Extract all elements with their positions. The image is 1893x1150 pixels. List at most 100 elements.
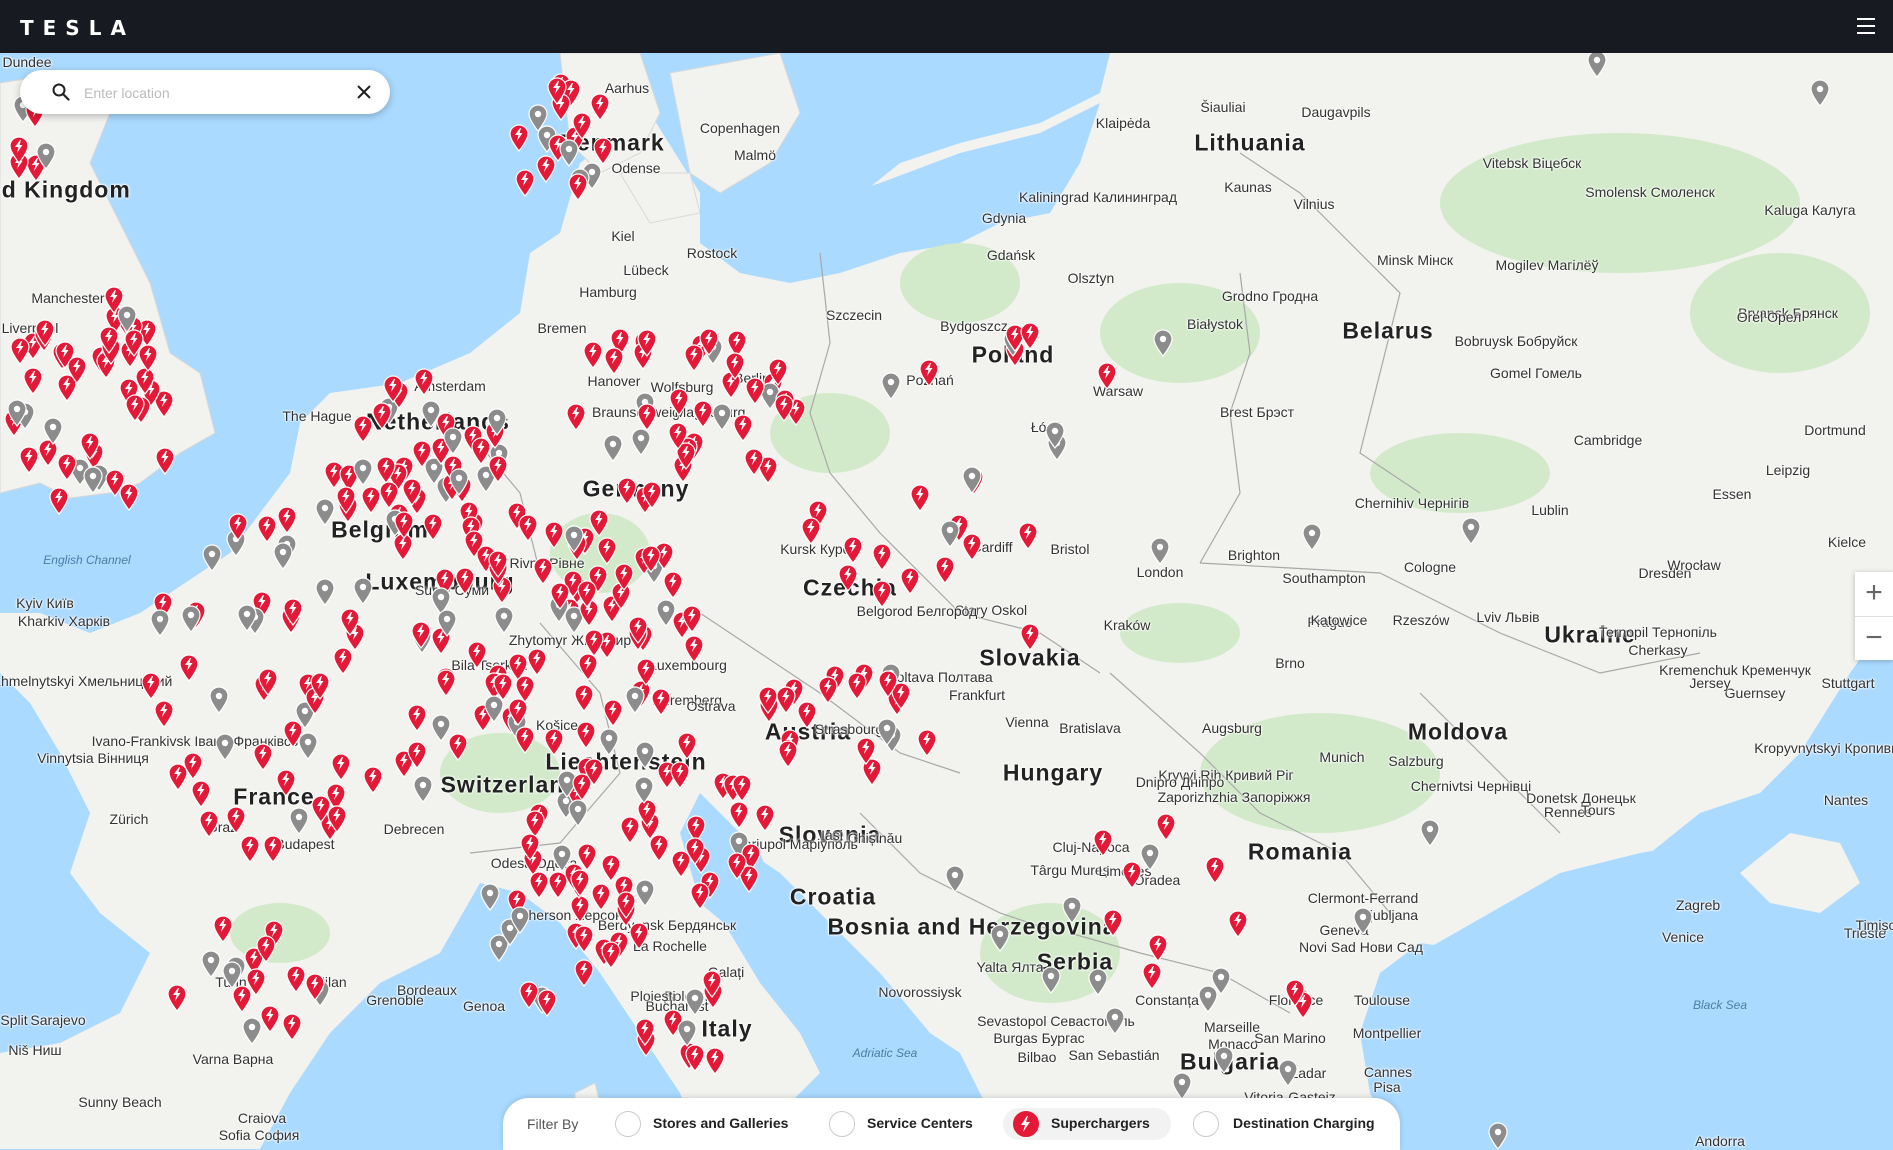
supercharger-pin-icon[interactable] xyxy=(584,629,604,657)
location-pin-icon[interactable] xyxy=(443,427,463,456)
location-pin-icon[interactable] xyxy=(273,542,293,571)
supercharger-pin-icon[interactable] xyxy=(536,154,557,183)
supercharger-pin-icon[interactable] xyxy=(590,93,610,121)
supercharger-pin-icon[interactable] xyxy=(591,883,611,911)
supercharger-pin-icon[interactable] xyxy=(705,1047,725,1076)
supercharger-pin-icon[interactable] xyxy=(1096,362,1117,391)
supercharger-pin-icon[interactable] xyxy=(105,469,125,498)
supercharger-pin-icon[interactable] xyxy=(340,608,360,637)
supercharger-pin-icon[interactable] xyxy=(776,686,796,715)
location-pin-icon[interactable] xyxy=(945,865,966,893)
location-pin-icon[interactable] xyxy=(315,498,336,526)
supercharger-pin-icon[interactable] xyxy=(363,766,383,794)
supercharger-pin-icon[interactable] xyxy=(529,871,549,900)
supercharger-pin-icon[interactable] xyxy=(10,336,30,365)
location-pin-icon[interactable] xyxy=(877,718,897,746)
supercharger-pin-icon[interactable] xyxy=(670,761,690,789)
supercharger-pin-icon[interactable] xyxy=(778,739,798,768)
supercharger-pin-icon[interactable] xyxy=(154,447,175,475)
location-pin-icon[interactable] xyxy=(990,923,1010,952)
supercharger-pin-icon[interactable] xyxy=(353,415,373,444)
supercharger-pin-icon[interactable] xyxy=(797,700,817,729)
location-pin-icon[interactable] xyxy=(214,733,235,762)
location-pin-icon[interactable] xyxy=(315,577,335,606)
supercharger-pin-icon[interactable] xyxy=(246,968,266,996)
supercharger-pin-icon[interactable] xyxy=(509,123,529,152)
supercharger-pin-icon[interactable] xyxy=(372,401,392,430)
supercharger-pin-icon[interactable] xyxy=(578,653,598,682)
location-pin-icon[interactable] xyxy=(599,728,619,757)
location-pin-icon[interactable] xyxy=(1062,896,1082,925)
supercharger-pin-icon[interactable] xyxy=(547,77,567,105)
supercharger-pin-icon[interactable] xyxy=(699,328,719,357)
supercharger-pin-icon[interactable] xyxy=(407,704,428,733)
location-pin-icon[interactable] xyxy=(1105,1007,1125,1035)
location-pin-icon[interactable] xyxy=(1045,421,1065,449)
location-pin-icon[interactable] xyxy=(685,988,705,1016)
supercharger-pin-icon[interactable] xyxy=(684,635,705,663)
location-pin-icon[interactable] xyxy=(1153,329,1173,357)
supercharger-pin-icon[interactable] xyxy=(635,1018,655,1046)
supercharger-pin-icon[interactable] xyxy=(600,941,621,969)
supercharger-pin-icon[interactable] xyxy=(872,580,892,608)
supercharger-pin-icon[interactable] xyxy=(935,556,955,584)
location-pin-icon[interactable] xyxy=(222,961,242,989)
supercharger-pin-icon[interactable] xyxy=(847,672,868,700)
location-pin-icon[interactable] xyxy=(1278,1059,1298,1087)
supercharger-pin-icon[interactable] xyxy=(1103,909,1123,938)
supercharger-pin-icon[interactable] xyxy=(566,403,586,431)
supercharger-pin-icon[interactable] xyxy=(1142,962,1162,991)
location-pin-icon[interactable] xyxy=(180,605,201,633)
location-pin-icon[interactable] xyxy=(36,142,56,170)
supercharger-pin-icon[interactable] xyxy=(310,672,330,701)
location-pin-icon[interactable] xyxy=(1587,53,1607,78)
supercharger-pin-icon[interactable] xyxy=(744,448,764,477)
location-pin-icon[interactable] xyxy=(43,417,64,446)
location-pin-icon[interactable] xyxy=(625,686,646,715)
supercharger-pin-icon[interactable] xyxy=(669,388,689,416)
supercharger-pin-icon[interactable] xyxy=(256,935,276,963)
location-pin-icon[interactable] xyxy=(1041,966,1061,994)
supercharger-pin-icon[interactable] xyxy=(66,356,87,384)
supercharger-pin-icon[interactable] xyxy=(527,648,547,677)
location-pin-icon[interactable] xyxy=(494,605,514,634)
supercharger-pin-icon[interactable] xyxy=(260,1004,280,1033)
location-pin-icon[interactable] xyxy=(237,604,257,633)
filter-service-centers[interactable]: Service Centers xyxy=(829,1108,979,1140)
location-pin-icon[interactable] xyxy=(564,525,584,553)
supercharger-pin-icon[interactable] xyxy=(668,422,688,450)
supercharger-pin-icon[interactable] xyxy=(436,669,456,698)
tesla-logo[interactable]: TESLA xyxy=(20,16,135,40)
supercharger-pin-icon[interactable] xyxy=(412,440,432,469)
supercharger-pin-icon[interactable] xyxy=(493,673,513,701)
supercharger-pin-icon[interactable] xyxy=(616,477,637,505)
supercharger-pin-icon[interactable] xyxy=(379,481,399,510)
supercharger-pin-icon[interactable] xyxy=(574,925,594,954)
supercharger-pin-icon[interactable] xyxy=(199,810,219,838)
supercharger-pin-icon[interactable] xyxy=(570,895,590,924)
location-pin-icon[interactable] xyxy=(635,878,655,907)
supercharger-pin-icon[interactable] xyxy=(336,486,356,515)
filter-destination-charging[interactable]: Destination Charging xyxy=(1193,1108,1383,1140)
supercharger-pin-icon[interactable] xyxy=(877,670,898,699)
supercharger-pin-icon[interactable] xyxy=(677,732,697,761)
supercharger-pin-icon[interactable] xyxy=(414,368,434,397)
location-pin-icon[interactable] xyxy=(1172,1072,1192,1100)
supercharger-pin-icon[interactable] xyxy=(520,833,540,862)
supercharger-pin-icon[interactable] xyxy=(584,758,604,787)
supercharger-pin-icon[interactable] xyxy=(576,580,597,608)
supercharger-pin-icon[interactable] xyxy=(80,432,100,461)
supercharger-pin-icon[interactable] xyxy=(394,511,414,540)
location-pin-icon[interactable] xyxy=(1088,968,1108,997)
supercharger-pin-icon[interactable] xyxy=(637,329,657,358)
supercharger-pin-icon[interactable] xyxy=(488,550,508,579)
location-pin-icon[interactable] xyxy=(711,403,732,431)
supercharger-pin-icon[interactable] xyxy=(257,515,278,543)
supercharger-pin-icon[interactable] xyxy=(574,684,594,713)
supercharger-pin-icon[interactable] xyxy=(568,173,588,202)
supercharger-pin-icon[interactable] xyxy=(801,517,821,545)
supercharger-pin-icon[interactable] xyxy=(1018,522,1038,550)
supercharger-pin-icon[interactable] xyxy=(727,852,747,881)
supercharger-pin-icon[interactable] xyxy=(637,403,658,431)
supercharger-pin-icon[interactable] xyxy=(636,658,656,686)
